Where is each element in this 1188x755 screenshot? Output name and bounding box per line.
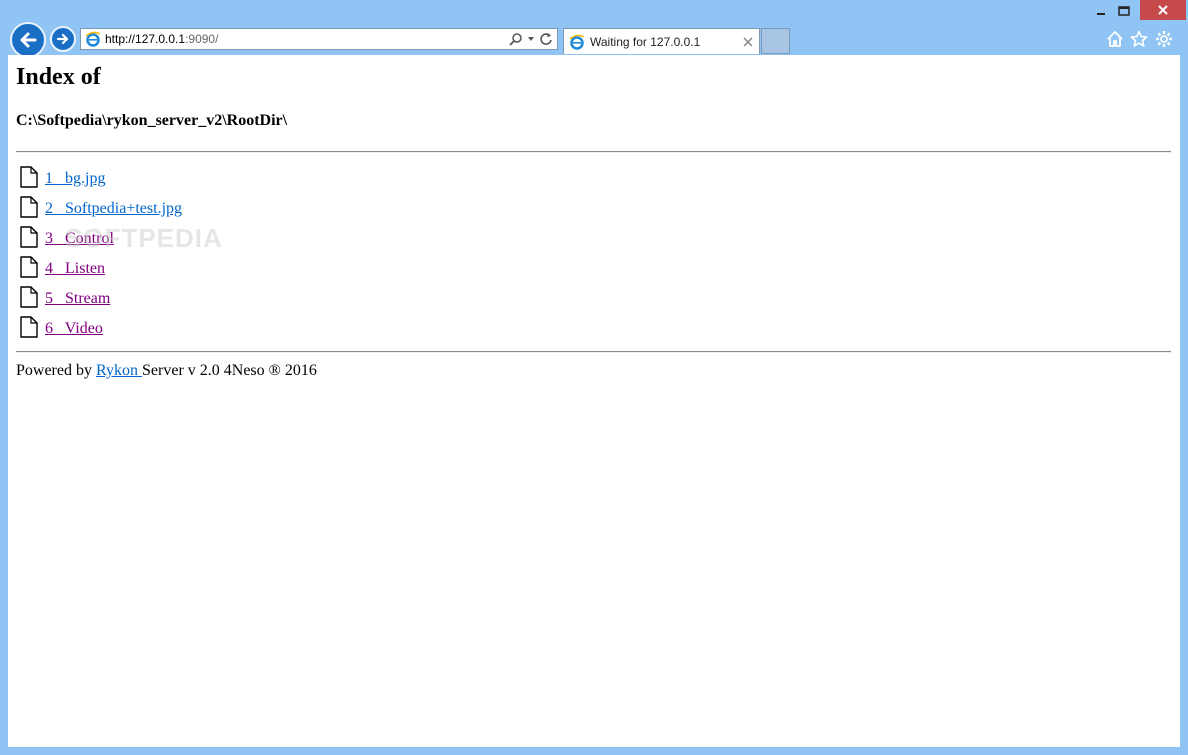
minimize-icon	[1097, 13, 1105, 15]
file-link[interactable]: 1 bg.jpg	[45, 170, 105, 188]
file-icon	[20, 226, 38, 248]
file-link[interactable]: 2 Softpedia+test.jpg	[45, 200, 182, 218]
star-icon	[1130, 30, 1148, 47]
divider	[16, 151, 1171, 153]
file-icon	[20, 256, 38, 278]
directory-path: C:\Softpedia\rykon_server_v2\RootDir\	[16, 112, 288, 129]
footer: Powered by Rykon Server v 2.0 4Neso ® 20…	[16, 362, 317, 380]
footer-suffix: Server v 2.0 4Neso ® 2016	[142, 362, 317, 379]
page-content: Index of C:\Softpedia\rykon_server_v2\Ro…	[8, 55, 1180, 747]
home-icon	[1107, 31, 1123, 47]
tab-title: Waiting for 127.0.0.1	[590, 34, 701, 49]
favorites-button[interactable]	[1130, 30, 1148, 48]
file-link[interactable]: 6 Video	[45, 320, 103, 338]
back-button[interactable]	[10, 22, 46, 58]
back-arrow-icon	[20, 32, 37, 48]
divider	[16, 351, 1171, 353]
close-window-button[interactable]	[1140, 0, 1186, 20]
list-item: 2 Softpedia+test.jpg	[20, 192, 182, 218]
file-link[interactable]: 4 Listen	[45, 260, 105, 278]
gear-icon	[1156, 31, 1172, 47]
rykon-link[interactable]: Rykon	[96, 362, 142, 379]
list-item: 5 Stream	[20, 282, 110, 308]
forward-arrow-icon	[56, 33, 69, 45]
home-button[interactable]	[1106, 30, 1124, 48]
tab-close-icon[interactable]	[743, 36, 753, 47]
file-icon	[20, 316, 38, 338]
list-item: 4 Listen	[20, 252, 105, 278]
tools-button[interactable]	[1155, 30, 1173, 48]
new-tab-button[interactable]	[761, 28, 790, 54]
file-icon	[20, 166, 38, 188]
ie-logo-icon	[85, 31, 101, 47]
maximize-button[interactable]	[1110, 0, 1138, 22]
address-url[interactable]: http://127.0.0.1:9090/	[105, 32, 509, 46]
maximize-icon	[1118, 6, 1130, 16]
page-title: Index of	[16, 64, 101, 90]
file-link[interactable]: 5 Stream	[45, 290, 110, 308]
footer-prefix: Powered by	[16, 362, 96, 379]
address-bar[interactable]: http://127.0.0.1:9090/	[80, 28, 558, 50]
list-item: 6 Video	[20, 312, 103, 338]
close-icon	[1158, 5, 1168, 15]
tab-active[interactable]: Waiting for 127.0.0.1	[563, 28, 760, 54]
search-icon[interactable]	[509, 32, 523, 46]
softpedia-watermark: SOFTPEDIA	[65, 223, 223, 253]
address-url-host: http://127.0.0.1	[105, 32, 186, 46]
file-icon	[20, 286, 38, 308]
ie-logo-icon	[569, 34, 585, 50]
refresh-icon[interactable]	[539, 32, 553, 46]
browser-window: http://127.0.0.1:9090/ Waiting for 127.0…	[0, 0, 1188, 755]
chevron-down-icon[interactable]	[527, 35, 535, 43]
file-icon	[20, 196, 38, 218]
forward-button[interactable]	[50, 26, 76, 52]
address-url-port: :9090/	[185, 32, 219, 46]
list-item: 1 bg.jpg	[20, 162, 105, 188]
